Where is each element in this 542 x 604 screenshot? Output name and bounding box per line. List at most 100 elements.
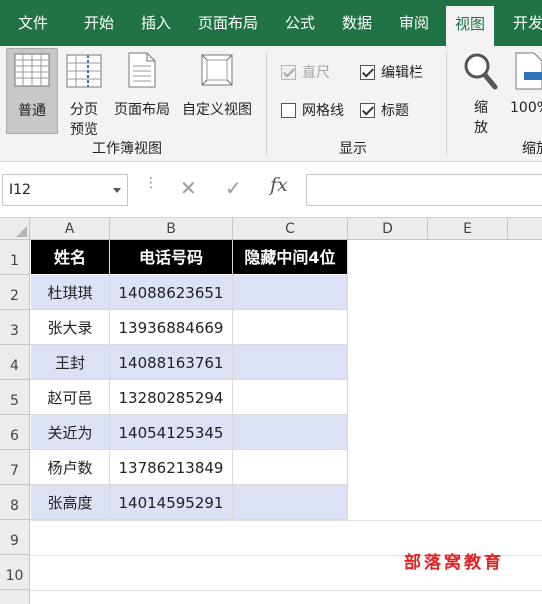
masked-cell[interactable] bbox=[233, 380, 347, 414]
ribbon-view-panel: 普通 分页 预览 页面布局 自定义视图 工作簿视图 直尺 编辑栏 网格线 标题 … bbox=[0, 46, 542, 162]
formula-bar-checkbox[interactable]: 编辑栏 bbox=[360, 63, 423, 83]
masked-cell[interactable] bbox=[233, 485, 347, 519]
table-border bbox=[30, 414, 348, 415]
formula-bar-grip-icon: ⋮ bbox=[144, 175, 158, 191]
zoom-100-button[interactable]: 100% bbox=[510, 48, 542, 136]
zoom-100-label: 100% bbox=[510, 100, 542, 116]
ruler-label: 直尺 bbox=[302, 65, 330, 81]
page-break-preview-button[interactable]: 分页 预览 bbox=[62, 48, 106, 138]
page-layout-view-button[interactable]: 页面布局 bbox=[110, 48, 174, 136]
group-separator bbox=[446, 52, 447, 156]
masked-cell[interactable] bbox=[233, 310, 347, 344]
row-header-5[interactable]: 5 bbox=[0, 380, 30, 415]
phone-cell[interactable]: 13280285294 bbox=[110, 380, 232, 414]
masked-cell[interactable] bbox=[233, 345, 347, 379]
row-header-7[interactable]: 7 bbox=[0, 450, 30, 485]
table-border bbox=[30, 379, 348, 380]
gridlines-checkbox[interactable]: 网格线 bbox=[281, 101, 344, 121]
column-header-d[interactable]: D bbox=[348, 218, 428, 240]
custom-views-icon bbox=[201, 54, 233, 86]
name-box[interactable]: I12 bbox=[2, 174, 128, 206]
zoom-100-icon bbox=[515, 52, 542, 90]
ruler-checkbox[interactable]: 直尺 bbox=[281, 63, 330, 83]
row-header-10[interactable]: 10 bbox=[0, 555, 30, 590]
row-header-4[interactable]: 4 bbox=[0, 345, 30, 380]
zoom-button[interactable]: 缩 放 bbox=[458, 48, 504, 136]
name-box-dropdown-icon[interactable] bbox=[113, 188, 121, 193]
row-header-9[interactable]: 9 bbox=[0, 520, 30, 555]
name-cell[interactable]: 关近为 bbox=[31, 415, 109, 449]
brand-watermark: 部落窝教育 bbox=[404, 553, 504, 573]
enter-icon[interactable]: ✓ bbox=[225, 176, 242, 200]
normal-view-label: 普通 bbox=[18, 103, 46, 119]
name-cell[interactable]: 张大录 bbox=[31, 310, 109, 344]
masked-cell[interactable] bbox=[233, 450, 347, 484]
select-all-corner[interactable] bbox=[0, 218, 30, 240]
tab-formulas[interactable]: 公式 bbox=[285, 0, 315, 46]
name-cell[interactable]: 杜琪琪 bbox=[31, 275, 109, 309]
tab-page-layout[interactable]: 页面布局 bbox=[198, 0, 258, 46]
row-header-6[interactable]: 6 bbox=[0, 415, 30, 450]
page-layout-view-label: 页面布局 bbox=[114, 102, 170, 118]
headings-label: 标题 bbox=[381, 103, 409, 119]
name-cell[interactable]: 王封 bbox=[31, 345, 109, 379]
tab-view[interactable]: 视图 bbox=[446, 6, 495, 46]
formula-input[interactable] bbox=[306, 174, 542, 206]
zoom-label-line2: 放 bbox=[474, 120, 488, 136]
phone-cell[interactable]: 14054125345 bbox=[110, 415, 232, 449]
phone-cell[interactable]: 13786213849 bbox=[110, 450, 232, 484]
phone-cell[interactable]: 14088623651 bbox=[110, 275, 232, 309]
formula-bar-label: 编辑栏 bbox=[381, 65, 423, 81]
tab-developer[interactable]: 开发 bbox=[513, 0, 542, 46]
headings-checkbox[interactable]: 标题 bbox=[360, 101, 409, 121]
masked-cell[interactable] bbox=[233, 275, 347, 309]
table-border bbox=[109, 240, 110, 520]
table-border bbox=[30, 309, 348, 310]
name-cell[interactable]: 杨卢数 bbox=[31, 450, 109, 484]
cancel-icon[interactable]: ✕ bbox=[180, 176, 197, 200]
header-cell-phone[interactable]: 电话号码 bbox=[110, 240, 232, 274]
row-header-1[interactable]: 1 bbox=[0, 240, 30, 275]
column-header-c[interactable]: C bbox=[233, 218, 348, 240]
phone-cell[interactable]: 14088163761 bbox=[110, 345, 232, 379]
formula-bar: I12 ⋮ ✕ ✓ fx bbox=[0, 162, 542, 218]
column-header-a[interactable]: A bbox=[30, 218, 110, 240]
row-header-8[interactable]: 8 bbox=[0, 485, 30, 520]
row-header-11[interactable] bbox=[0, 590, 30, 604]
table-border bbox=[347, 240, 348, 520]
page-break-preview-label-line1: 分页 bbox=[70, 102, 98, 118]
normal-view-icon bbox=[14, 53, 50, 87]
tab-review[interactable]: 审阅 bbox=[399, 0, 429, 46]
phone-cell[interactable]: 14014595291 bbox=[110, 485, 232, 519]
row-header-2[interactable]: 2 bbox=[0, 275, 30, 310]
formula-bar-check-box[interactable] bbox=[360, 65, 375, 80]
table-border bbox=[30, 519, 348, 520]
tab-data[interactable]: 数据 bbox=[342, 0, 372, 46]
name-box-value: I12 bbox=[9, 182, 31, 198]
page-layout-icon bbox=[128, 52, 156, 88]
custom-views-button[interactable]: 自定义视图 bbox=[177, 48, 257, 136]
name-cell[interactable]: 赵可邑 bbox=[31, 380, 109, 414]
headings-check-box[interactable] bbox=[360, 103, 375, 118]
row-header-3[interactable]: 3 bbox=[0, 310, 30, 345]
masked-cell[interactable] bbox=[233, 415, 347, 449]
workbook-views-group-label: 工作簿视图 bbox=[92, 141, 162, 157]
normal-view-button[interactable]: 普通 bbox=[6, 48, 58, 134]
column-header-b[interactable]: B bbox=[110, 218, 233, 240]
tab-home[interactable]: 开始 bbox=[84, 0, 114, 46]
gridlines-label: 网格线 bbox=[302, 103, 344, 119]
tab-insert[interactable]: 插入 bbox=[141, 0, 171, 46]
insert-function-icon[interactable]: fx bbox=[270, 174, 288, 196]
name-cell[interactable]: 张高度 bbox=[31, 485, 109, 519]
ruler-check-box[interactable] bbox=[281, 65, 296, 80]
zoom-group-label: 缩放 bbox=[522, 141, 542, 157]
column-header-e[interactable]: E bbox=[428, 218, 508, 240]
gridlines-check-box[interactable] bbox=[281, 103, 296, 118]
show-group-label: 显示 bbox=[339, 141, 367, 157]
tab-file[interactable]: 文件 bbox=[18, 0, 48, 46]
page-break-preview-icon bbox=[66, 54, 102, 88]
header-cell-name[interactable]: 姓名 bbox=[31, 240, 109, 274]
phone-cell[interactable]: 13936884669 bbox=[110, 310, 232, 344]
column-header-f[interactable] bbox=[508, 218, 542, 240]
header-cell-masked[interactable]: 隐藏中间4位 bbox=[233, 240, 347, 274]
